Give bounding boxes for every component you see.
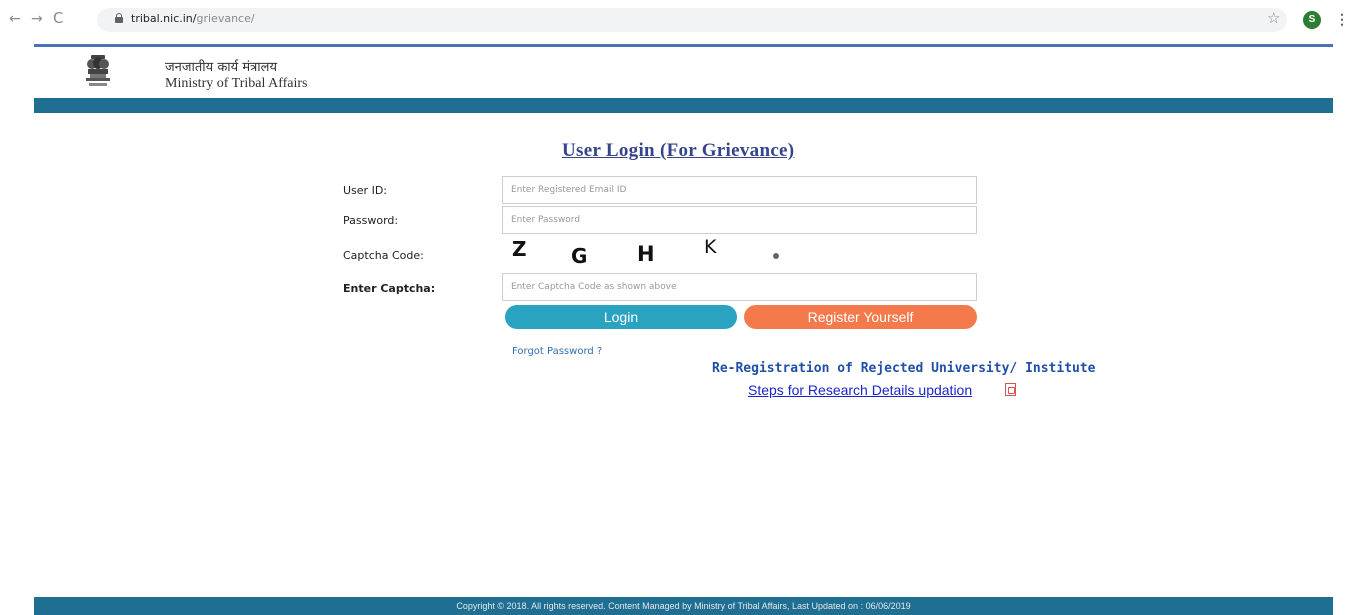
url-path: grievance/	[196, 12, 255, 25]
reload-icon[interactable]: C	[53, 11, 63, 26]
captcha-input[interactable]	[502, 273, 977, 301]
lock-icon	[115, 13, 123, 23]
back-arrow-icon[interactable]: ←	[9, 12, 21, 26]
captcha-char: Z	[512, 237, 527, 261]
url-text[interactable]: tribal.nic.in/grievance/	[131, 12, 255, 26]
captcha-char: G	[571, 244, 588, 268]
ministry-name-hindi: जनजातीय कार्य मंत्रालय	[165, 60, 278, 75]
pdf-icon[interactable]	[1005, 383, 1016, 396]
browser-menu-icon[interactable]: ⋮	[1335, 11, 1349, 27]
captcha-char: K	[704, 236, 717, 258]
research-steps-link[interactable]: Steps for Research Details updation	[748, 382, 972, 398]
page-title: User Login (For Grievance)	[562, 140, 795, 161]
enter-captcha-label: Enter Captcha:	[343, 282, 436, 295]
forward-arrow-icon[interactable]: →	[31, 12, 43, 26]
ministry-name-english: Ministry of Tribal Affairs	[165, 76, 308, 91]
captcha-noise-dot	[773, 253, 779, 259]
browser-toolbar: ← → C tribal.nic.in/grievance/ ☆ S ⋮	[0, 0, 1361, 40]
password-input[interactable]	[502, 206, 977, 234]
password-label: Password:	[343, 214, 399, 227]
login-button[interactable]: Login	[505, 305, 737, 329]
register-button[interactable]: Register Yourself	[744, 305, 977, 329]
header-top-rule	[34, 44, 1333, 47]
profile-avatar[interactable]: S	[1303, 11, 1321, 29]
user-id-input[interactable]	[502, 176, 977, 204]
url-host: tribal.nic.in/	[131, 12, 197, 25]
user-id-label: User ID:	[343, 184, 387, 197]
address-bar[interactable]	[97, 8, 1287, 32]
national-emblem-icon	[86, 55, 110, 86]
bookmark-star-icon[interactable]: ☆	[1267, 10, 1280, 26]
reregistration-heading[interactable]: Re-Registration of Rejected University/ …	[712, 361, 1096, 376]
header-band	[34, 98, 1333, 113]
captcha-code-label: Captcha Code:	[343, 249, 424, 262]
captcha-char: H	[637, 242, 655, 266]
forgot-password-link[interactable]: Forgot Password ?	[512, 346, 602, 358]
footer-copyright: Copyright © 2018. All rights reserved. C…	[34, 597, 1333, 615]
